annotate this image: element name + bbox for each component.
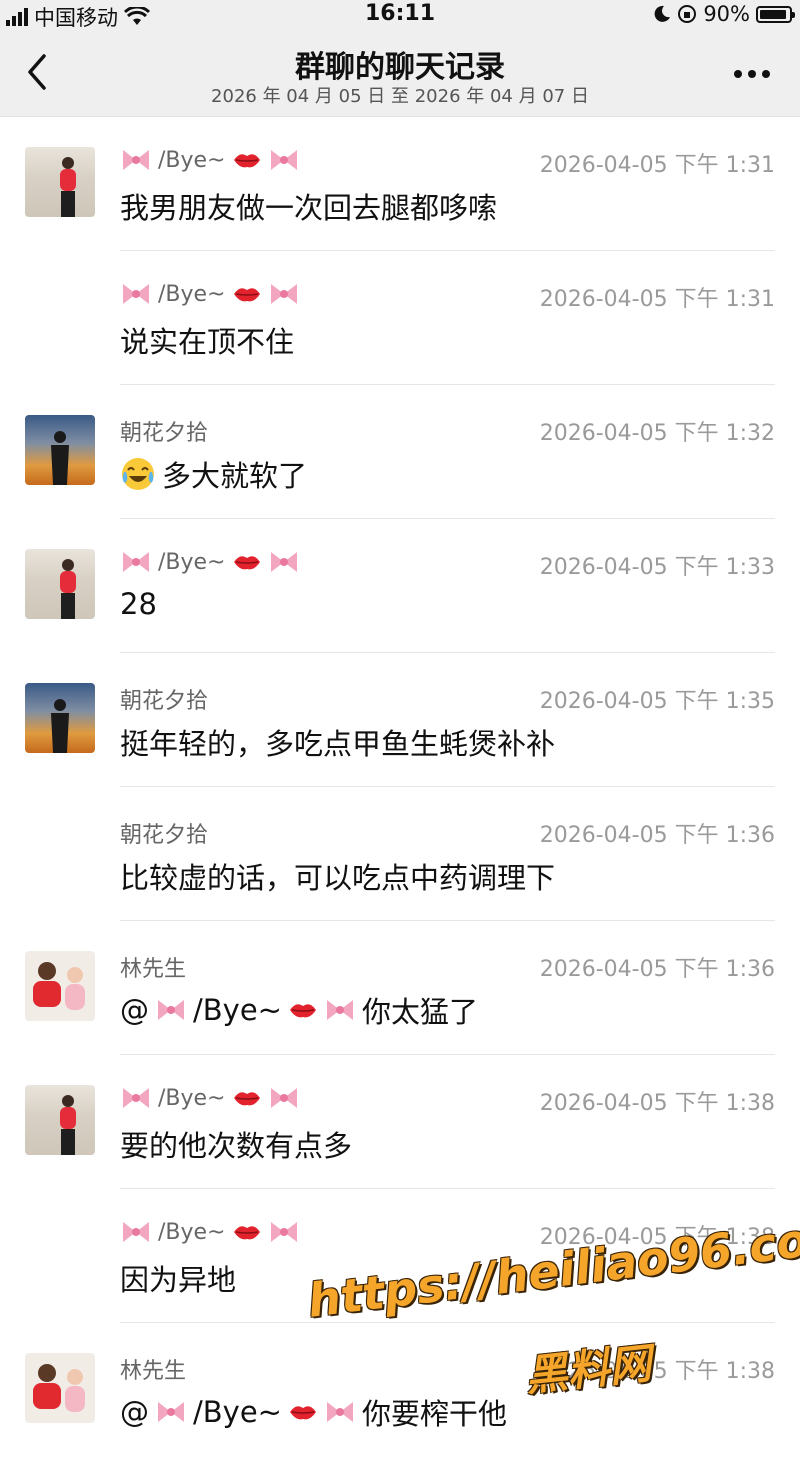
sender-name: /Bye~	[120, 549, 300, 575]
chat-message: 朝花夕拾 2026-04-05 下午 1:35 挺年轻的，多吃点甲鱼生蚝煲补补	[0, 653, 800, 787]
chat-message: 朝花夕拾 2026-04-05 下午 1:36 比较虚的话，可以吃点中药调理下	[0, 787, 800, 921]
kiss-icon	[233, 154, 260, 168]
bow-icon	[123, 284, 149, 304]
date-range: 2026 年 04 月 05 日 至 2026 年 04 月 07 日	[211, 86, 589, 107]
message-text: @ /Bye~ 你太猛了	[120, 993, 478, 1029]
message-text: @ /Bye~ 你要榨干他	[120, 1395, 507, 1431]
message-time: 2026-04-05 下午 1:38	[539, 1091, 775, 1116]
mention-at: @	[120, 993, 149, 1027]
chat-message: 林先生 2026-04-05 下午 1:36 @ /Bye~ 你太猛了	[0, 921, 800, 1055]
more-options-icon[interactable]	[732, 68, 772, 80]
nav-bar: 群聊的聊天记录 2026 年 04 月 05 日 至 2026 年 04 月 0…	[0, 30, 800, 117]
message-text: 说实在顶不住	[120, 325, 295, 359]
battery-percent: 90%	[703, 2, 750, 26]
message-text: 因为异地	[120, 1263, 237, 1297]
kiss-icon	[233, 1092, 260, 1106]
avatar[interactable]	[25, 415, 95, 485]
bow-icon	[158, 1000, 184, 1020]
kiss-icon	[289, 1406, 316, 1420]
bow-icon	[270, 1088, 297, 1108]
bow-icon	[326, 1402, 353, 1422]
bow-icon	[158, 1402, 184, 1422]
message-text: 比较虚的话，可以吃点中药调理下	[120, 861, 556, 895]
rotation-lock-icon	[678, 5, 697, 23]
chat-record-list: /Bye~ 2026-04-05 下午 1:31 我男朋友做一次回去腿都哆嗦 /…	[0, 117, 800, 1457]
message-text: 我男朋友做一次回去腿都哆嗦	[120, 191, 498, 225]
avatar[interactable]	[25, 683, 95, 753]
avatar[interactable]	[25, 951, 95, 1021]
sender-name: /Bye~	[120, 1085, 300, 1111]
status-bar: 中国移动 16:11 90%	[0, 0, 800, 30]
bow-icon	[123, 150, 149, 170]
avatar[interactable]	[25, 549, 95, 619]
bow-icon	[123, 1222, 149, 1242]
message-text: 多大就软了	[120, 453, 307, 495]
chat-message: /Bye~ 2026-04-05 下午 1:38 因为异地	[0, 1189, 800, 1323]
page-title: 群聊的聊天记录	[295, 50, 505, 85]
message-time: 2026-04-05 下午 1:38	[539, 1359, 775, 1384]
message-time: 2026-04-05 下午 1:36	[539, 823, 775, 848]
chat-message: /Bye~ 2026-04-05 下午 1:38 要的他次数有点多	[0, 1055, 800, 1189]
bow-icon	[270, 1222, 297, 1242]
kiss-icon	[233, 556, 260, 570]
sender-name: 林先生	[120, 1359, 187, 1384]
message-time: 2026-04-05 下午 1:32	[539, 421, 775, 446]
avatar[interactable]	[25, 1085, 95, 1155]
chat-message: /Bye~ 2026-04-05 下午 1:31 说实在顶不住	[0, 251, 800, 385]
mention-name: /Bye~	[193, 1395, 282, 1429]
message-time: 2026-04-05 下午 1:33	[539, 555, 775, 580]
message-text: 28	[120, 587, 157, 621]
message-time: 2026-04-05 下午 1:35	[539, 689, 775, 714]
sender-name: /Bye~	[120, 1219, 300, 1245]
battery-icon	[756, 5, 795, 23]
message-time: 2026-04-05 下午 1:38	[539, 1225, 775, 1250]
bow-icon	[270, 150, 297, 170]
bow-icon	[123, 1088, 149, 1108]
mention-name: /Bye~	[193, 993, 282, 1027]
message-time: 2026-04-05 下午 1:31	[539, 153, 775, 178]
bow-icon	[270, 552, 297, 572]
sender-name: /Bye~	[120, 281, 300, 307]
sender-name: /Bye~	[120, 147, 300, 173]
bow-icon	[326, 1000, 353, 1020]
chat-message: /Bye~ 2026-04-05 下午 1:31 我男朋友做一次回去腿都哆嗦	[0, 117, 800, 251]
kiss-icon	[289, 1004, 316, 1018]
message-text: 挺年轻的，多吃点甲鱼生蚝煲补补	[120, 727, 556, 761]
avatar[interactable]	[25, 147, 95, 217]
tears-of-joy-emoji-icon	[122, 458, 154, 490]
sender-name: 朝花夕拾	[120, 421, 209, 446]
mention-at: @	[120, 1395, 149, 1429]
sender-name: 朝花夕拾	[120, 689, 209, 714]
kiss-icon	[233, 288, 260, 302]
message-time: 2026-04-05 下午 1:31	[539, 287, 775, 312]
kiss-icon	[233, 1226, 260, 1240]
chat-message: 林先生 2026-04-05 下午 1:38 @ /Bye~ 你要榨干他	[0, 1323, 800, 1457]
sender-name: 林先生	[120, 957, 187, 982]
sender-name: 朝花夕拾	[120, 823, 209, 848]
bow-icon	[123, 552, 149, 572]
message-text: 要的他次数有点多	[120, 1129, 353, 1163]
avatar[interactable]	[25, 1353, 95, 1423]
message-time: 2026-04-05 下午 1:36	[539, 957, 775, 982]
moon-icon	[654, 5, 671, 22]
chat-message: 朝花夕拾 2026-04-05 下午 1:32 多大就软了	[0, 385, 800, 519]
chat-message: /Bye~ 2026-04-05 下午 1:33 28	[0, 519, 800, 653]
bow-icon	[270, 284, 297, 304]
